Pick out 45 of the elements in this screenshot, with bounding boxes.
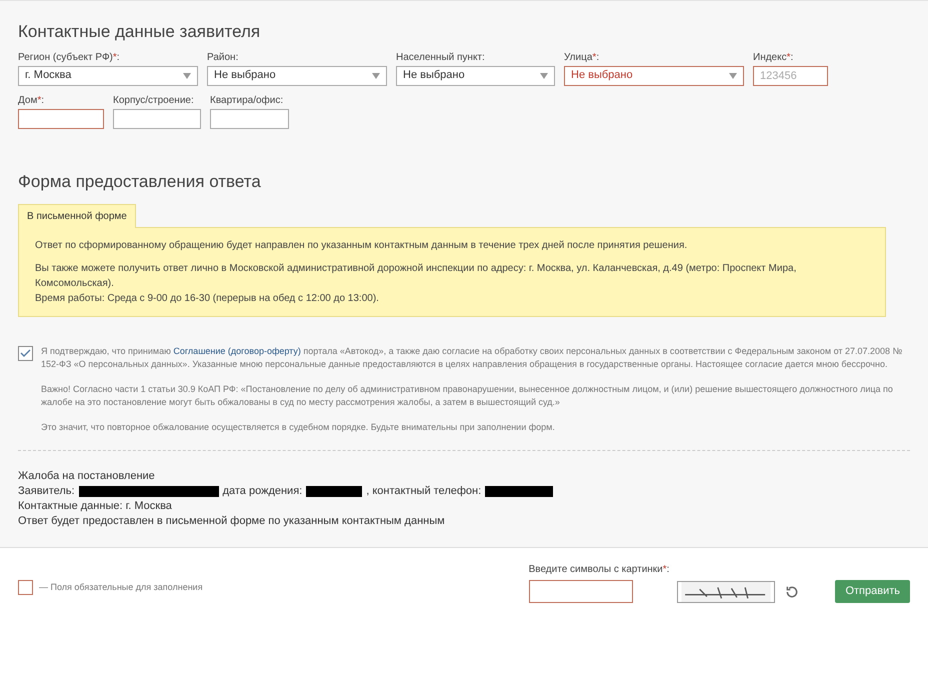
summary-text: Контактные данные: г. Москва — [18, 499, 172, 514]
field-label: Населенный пункт: — [396, 50, 486, 64]
tab[interactable]: В письменной форме — [18, 204, 136, 228]
input-field[interactable]: 123456 — [753, 66, 828, 86]
refresh-icon[interactable] — [785, 585, 800, 599]
agreement-link[interactable]: Соглашение (договор-оферту) — [173, 346, 301, 356]
info-text: Вы также можете получить ответ лично в Московской административной дорожной инспекции по адресу: г. Москва, ул. Каланчевская, д.49 (метро: Проспект Мира, Комсомольская). — [35, 262, 798, 291]
field-label: Район: — [207, 50, 240, 64]
summary-text: , контактный телефон: — [366, 484, 482, 500]
consent-text: Я подтверждаю, что принимаю Соглашение (договор-оферту) портала «Автокод», а также даю согласие на обработку своих персональных данных в соответствии с Федеральным законом от 27.07.2008 № 152-ФЗ «О персональных данных». Указанные мною персональные данные предоставляются в целях направления обращения в государственные органы. Настоящее согласие дается мною бессрочно. — [41, 345, 903, 371]
dropdown[interactable]: г. Москва — [18, 66, 198, 86]
captcha-input-field[interactable] — [528, 580, 633, 603]
legend-text: — Поля обязательные для заполнения — [39, 580, 203, 594]
info-text: Ответ по сформированному обращению будет направлен по указанным контактным данным в течение трех дней после принятия решения. — [35, 239, 688, 253]
caret-icon — [372, 72, 380, 78]
notice-text: Важно! Согласно части 1 статьи 30.9 КоАП РФ: «Постановление по делу об административном правонарушении, вынесенное должностным лицом, и (или) решение вышестоящего должностного лица по жалобе на это постановление могут быть обжалованы в суд по месту рассмотрения жалобы, а затем в вышестоящий суд.» — [41, 383, 894, 409]
redacted-block — [485, 486, 554, 497]
required-legend-box — [18, 580, 33, 595]
dropdown[interactable]: Не выбрано — [564, 66, 744, 86]
dropdown[interactable]: Не выбрано — [396, 66, 555, 86]
section-title: Форма предоставления ответа — [18, 170, 262, 192]
field-label: Индекс*: — [753, 50, 794, 64]
summary-text: Ответ будет предоставлен в письменной форме по указанным контактным данным — [18, 514, 445, 530]
checkmark-icon — [20, 349, 31, 358]
notice-text: Это значит, что повторное обжалование осуществляется в судебном порядке. Будьте внимательны при заполнении форм. — [41, 421, 556, 434]
field-label: Корпус/строение: — [113, 94, 195, 106]
summary-text: дата рождения: — [222, 484, 302, 500]
input-field[interactable] — [18, 108, 104, 128]
caret-icon — [183, 72, 191, 78]
input-field[interactable] — [210, 108, 289, 128]
field-label: Квартира/офис: — [210, 94, 284, 106]
captcha-label: Введите символы с картинки*: — [528, 563, 670, 577]
summary-text: Заявитель: — [18, 484, 75, 500]
info-text: Время работы: Среда с 9-00 до 16-30 (перерыв на обед с 12:00 до 13:00). — [35, 292, 380, 306]
field-label: Улица*: — [564, 50, 600, 64]
consent-checkbox[interactable] — [18, 346, 33, 361]
input-field[interactable] — [113, 108, 201, 128]
caret-icon — [540, 72, 548, 78]
field-label: Дом*: — [18, 94, 46, 106]
redacted-block — [306, 486, 362, 497]
summary-text: Жалоба на постановление — [18, 469, 155, 484]
field-label: Регион (субъект РФ)*: — [18, 50, 121, 64]
dropdown[interactable]: Не выбрано — [207, 66, 387, 86]
caret-icon — [729, 72, 737, 78]
section-title: Контактные данные заявителя — [18, 21, 262, 43]
